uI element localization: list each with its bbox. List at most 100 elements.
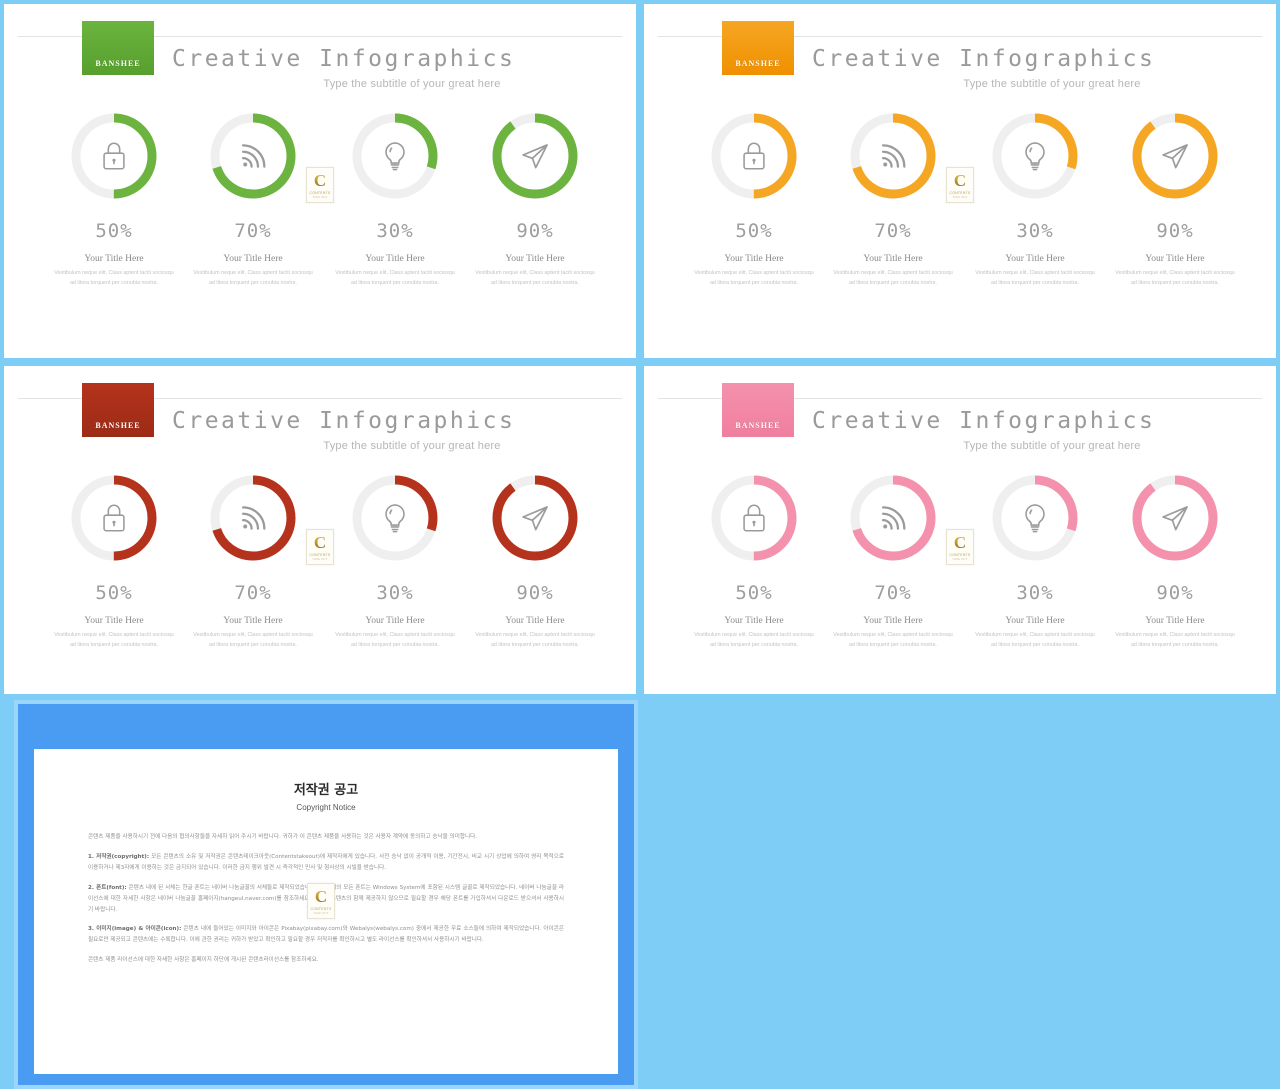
brand-logo-label: BANSHEE [95,59,141,68]
watermark-line-2: TAKE OUT [312,557,328,561]
metric-description: Vestibulum neque elit, Class aptent taci… [54,632,174,648]
metric-column[interactable]: 30% Your Title Here Vestibulum neque elit,… [965,104,1105,288]
progress-ring [68,472,160,564]
paper-plane-icon [489,472,581,564]
metric-title: Your Title Here [1005,254,1065,264]
metric-description: Vestibulum neque elit, Class aptent taci… [694,632,814,648]
watermark-line-1: CONTENTS [949,190,971,195]
percent-label: 50% [735,582,773,604]
lightbulb-icon [349,110,441,202]
progress-ring [68,110,160,202]
metric-title: Your Title Here [1005,616,1065,626]
metric-column[interactable]: 90% Your Title Here Vestibulum neque elit,… [1105,104,1245,288]
metric-description: Vestibulum neque elit, Class aptent taci… [833,632,953,648]
percent-label: 50% [735,220,773,242]
metrics-row: 50% Your Title Here Vestibulum neque elit,… [44,466,604,686]
metric-column[interactable]: 90% Your Title Here Vestibulum neque elit,… [465,104,605,288]
paper-plane-icon [1129,110,1221,202]
metric-title: Your Title Here [863,254,923,264]
metric-description: Vestibulum neque elit, Class aptent taci… [975,632,1095,648]
watermark-badge: C CONTENTS TAKE OUT [306,529,334,565]
progress-ring [207,472,299,564]
slide-board: BANSHEE Creative Infographics Type the sub… [0,0,1280,1089]
lightbulb-icon [989,472,1081,564]
brand-logo[interactable]: BANSHEE [82,383,154,437]
lock-icon [68,472,160,564]
slide-subtitle: Type the subtitle of your great here [963,78,1141,90]
percent-label: 70% [234,220,272,242]
infographic-slide-2[interactable]: BANSHEE Creative Infographics Type the sub… [0,362,640,698]
progress-ring [349,472,441,564]
metric-description: Vestibulum neque elit, Class aptent taci… [833,270,953,286]
metric-column[interactable]: 30% Your Title Here Vestibulum neque elit,… [325,104,465,288]
brand-logo-label: BANSHEE [95,421,141,430]
metric-title: Your Title Here [223,254,283,264]
slide-title: Creative Infographics [812,408,1156,434]
metric-column[interactable]: 50% Your Title Here Vestibulum neque elit,… [684,104,824,288]
progress-ring [847,110,939,202]
progress-ring [989,110,1081,202]
watermark-letter: C [313,532,327,552]
metric-description: Vestibulum neque elit, Class aptent taci… [1115,632,1235,648]
watermark-line-1: CONTENTS [310,906,332,911]
watermark-line-2: TAKE OUT [312,195,328,199]
metric-description: Vestibulum neque elit, Class aptent taci… [694,270,814,286]
metric-column[interactable]: 90% Your Title Here Vestibulum neque elit,… [465,466,605,650]
watermark-badge: C CONTENTS TAKE OUT [307,883,335,919]
metric-title: Your Title Here [1145,254,1205,264]
slide-title: Creative Infographics [172,46,516,72]
watermark-letter: C [314,886,328,906]
watermark-letter: C [953,532,967,552]
progress-ring [708,110,800,202]
slide-canvas: BANSHEE Creative Infographics Type the sub… [4,4,636,358]
metric-column[interactable]: 90% Your Title Here Vestibulum neque elit,… [1105,466,1245,650]
copyright-p1-text: 모든 콘텐츠의 소유 및 저작권은 콘텐츠테이크아웃(Contentstakeo… [88,853,564,871]
metric-column[interactable]: 30% Your Title Here Vestibulum neque elit,… [965,466,1105,650]
metric-description: Vestibulum neque elit, Class aptent taci… [475,632,595,648]
percent-label: 70% [874,220,912,242]
metric-column[interactable]: 50% Your Title Here Vestibulum neque elit,… [684,466,824,650]
percent-label: 30% [1016,582,1054,604]
brand-logo[interactable]: BANSHEE [722,383,794,437]
metric-column[interactable]: 50% Your Title Here Vestibulum neque elit,… [44,466,184,650]
metric-column[interactable]: 70% Your Title Here Vestibulum neque elit,… [183,104,323,288]
progress-ring [207,110,299,202]
watermark-line-2: TAKE OUT [952,557,968,561]
infographic-slide-0[interactable]: BANSHEE Creative Infographics Type the sub… [0,0,640,362]
slide-title: Creative Infographics [812,46,1156,72]
slide-title: Creative Infographics [172,408,516,434]
metric-title: Your Title Here [365,616,425,626]
lock-icon [708,472,800,564]
metric-column[interactable]: 70% Your Title Here Vestibulum neque elit,… [823,104,963,288]
metrics-row: 50% Your Title Here Vestibulum neque elit,… [44,104,604,324]
copyright-p1-label: 1. 저작권(copyright): [88,853,150,860]
metric-column[interactable]: 70% Your Title Here Vestibulum neque elit,… [823,466,963,650]
brand-logo[interactable]: BANSHEE [82,21,154,75]
watermark-letter: C [953,170,967,190]
infographic-slide-1[interactable]: BANSHEE Creative Infographics Type the sub… [640,0,1280,362]
percent-label: 50% [95,582,133,604]
progress-ring [1129,472,1221,564]
progress-ring [708,472,800,564]
copyright-footer: 콘텐츠 제품 라이선스에 대한 자세한 사항은 홈페이지 하단에 게시된 콘텐츠… [88,957,319,964]
infographic-slide-3[interactable]: BANSHEE Creative Infographics Type the sub… [640,362,1280,698]
metric-title: Your Title Here [505,254,565,264]
metric-description: Vestibulum neque elit, Class aptent taci… [193,270,313,286]
metric-description: Vestibulum neque elit, Class aptent taci… [335,632,455,648]
copyright-subtitle: Copyright Notice [296,803,356,812]
brand-logo[interactable]: BANSHEE [722,21,794,75]
metric-title: Your Title Here [505,616,565,626]
copyright-intro: 콘텐츠 제품을 사용하시기 전에 다음의 협의사항들을 자세히 읽어 주시기 바… [88,834,478,840]
progress-ring [989,472,1081,564]
metric-column[interactable]: 30% Your Title Here Vestibulum neque elit,… [325,466,465,650]
metrics-row: 50% Your Title Here Vestibulum neque elit,… [684,104,1244,324]
metric-column[interactable]: 50% Your Title Here Vestibulum neque elit,… [44,104,184,288]
wifi-signal-icon [847,110,939,202]
metrics-row: 50% Your Title Here Vestibulum neque elit,… [684,466,1244,686]
metric-title: Your Title Here [724,254,784,264]
metric-column[interactable]: 70% Your Title Here Vestibulum neque elit,… [183,466,323,650]
brand-logo-label: BANSHEE [735,59,781,68]
metric-description: Vestibulum neque elit, Class aptent taci… [54,270,174,286]
percent-label: 30% [376,582,414,604]
percent-label: 30% [1016,220,1054,242]
